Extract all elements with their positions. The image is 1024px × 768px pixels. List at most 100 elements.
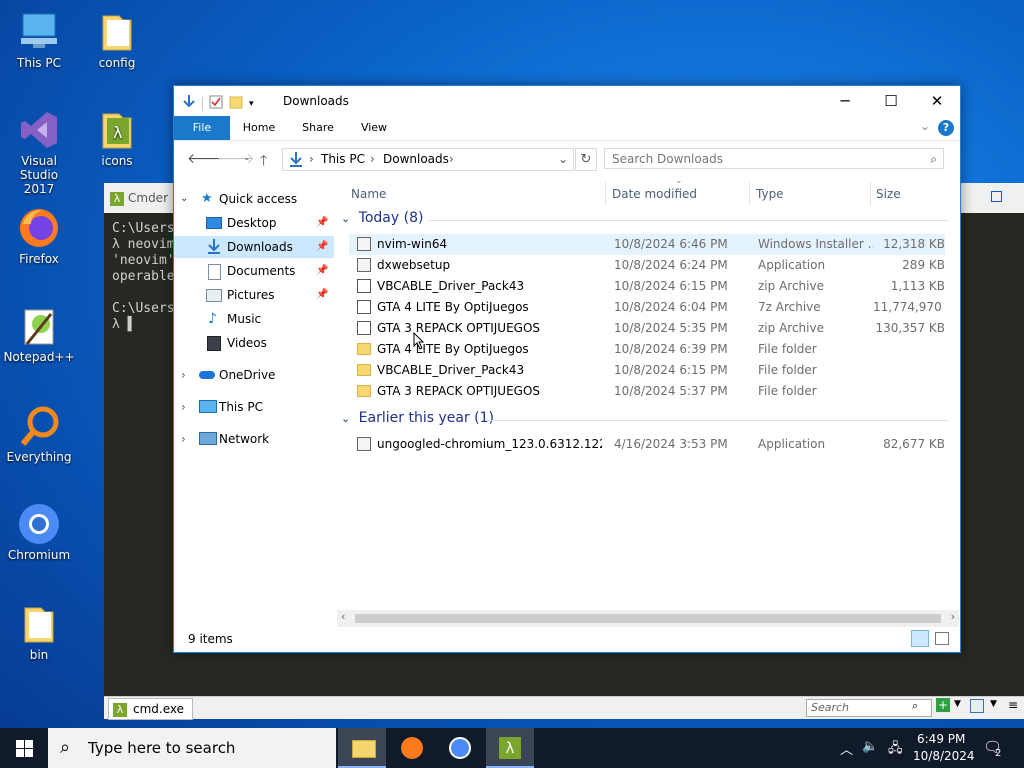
breadcrumb-downloads[interactable]: Downloads (383, 149, 449, 170)
desktop-icon-bin[interactable]: bin (3, 602, 75, 662)
recent-locations-icon[interactable]: ⌄ (243, 153, 251, 163)
table-row[interactable]: GTA 4 LITE By OptiJuegos 10/8/2024 6:39 … (349, 339, 945, 360)
nav-music[interactable]: ♪ Music (174, 308, 334, 330)
desktop-icon-chromium[interactable]: Chromium (3, 502, 75, 562)
nav-network[interactable]: › Network (174, 428, 334, 450)
address-bar[interactable]: › This PC › Downloads › ⌄ (282, 148, 574, 171)
taskbar-search-box[interactable]: ⌕ Type here to search (48, 728, 336, 768)
large-icons-view-icon[interactable] (935, 632, 949, 645)
cmder-search-icon[interactable]: ⌕ (912, 699, 918, 713)
chevron-right-icon[interactable]: › (181, 396, 186, 418)
breadcrumb-this-pc[interactable]: This PC (321, 149, 365, 170)
volume-icon[interactable]: 🔈 (862, 739, 878, 754)
nav-this-pc[interactable]: › This PC (174, 396, 334, 418)
pin-icon[interactable]: 📌 (316, 260, 328, 282)
address-dropdown-icon[interactable]: ⌄ (558, 149, 568, 170)
chevron-down-icon[interactable]: ▼ (954, 699, 961, 709)
breadcrumb-separator-icon[interactable]: › (449, 149, 454, 170)
table-row[interactable]: GTA 3 REPACK OPTIJUEGOS 10/8/2024 5:35 P… (349, 318, 945, 339)
tab-home[interactable]: Home (236, 116, 282, 140)
column-header-name[interactable]: Name (351, 182, 386, 206)
properties-icon[interactable] (209, 95, 223, 112)
clock-time[interactable]: 6:49 PM (917, 732, 965, 746)
horizontal-scrollbar[interactable]: ‹ › (337, 610, 959, 627)
column-header-size[interactable]: Size (876, 182, 901, 206)
maximize-icon[interactable] (991, 191, 1002, 202)
nav-onedrive[interactable]: › OneDrive (174, 364, 334, 386)
chevron-down-icon[interactable]: ⌄ (341, 412, 350, 425)
explorer-titlebar[interactable]: ▾ Downloads ─ ☐ ✕ (174, 86, 960, 116)
column-header-type[interactable]: Type (756, 182, 784, 206)
desktop-icon-everything[interactable]: Everything (3, 404, 75, 464)
nav-pictures[interactable]: Pictures 📌 (174, 284, 334, 306)
breadcrumb-separator-icon[interactable]: › (370, 149, 375, 170)
refresh-button[interactable]: ↻ (575, 148, 597, 171)
clock-date[interactable]: 10/8/2024 (913, 749, 975, 763)
help-icon[interactable]: ? (938, 120, 954, 136)
tab-file[interactable]: File (174, 116, 230, 140)
add-console-icon[interactable]: + (936, 698, 950, 712)
desktop-icon-visual-studio[interactable]: Visual Studio 2017 (3, 108, 75, 196)
search-input[interactable]: Search Downloads ⌕ (604, 148, 944, 169)
window-list-icon[interactable] (970, 699, 984, 713)
desktop-icon-notepad-plus-plus[interactable]: Notepad++ (3, 304, 75, 364)
chevron-right-icon[interactable]: › (181, 364, 186, 386)
scroll-left-icon[interactable]: ‹ (341, 610, 345, 623)
nav-documents[interactable]: Documents 📌 (174, 260, 334, 282)
tab-view[interactable]: View (352, 116, 396, 140)
up-arrow-icon[interactable]: 🡑 (260, 150, 267, 174)
cmder-tab-cmd[interactable]: λ cmd.exe (108, 698, 194, 720)
desktop-icon-this-pc[interactable]: This PC (3, 10, 75, 70)
column-header-date[interactable]: Date modified (612, 182, 697, 206)
windows-start-icon[interactable] (16, 740, 33, 760)
table-row[interactable]: dxwebsetup 10/8/2024 6:24 PM Application… (349, 255, 945, 276)
taskbar-cmder[interactable]: λ (486, 728, 534, 768)
search-icon[interactable]: ⌕ (930, 149, 937, 170)
menu-icon[interactable]: ≡ (1008, 698, 1018, 712)
file-explorer-window[interactable]: ▾ Downloads ─ ☐ ✕ File Home Share View ⌄… (173, 85, 961, 653)
table-row[interactable]: GTA 3 REPACK OPTIJUEGOS 10/8/2024 5:37 P… (349, 381, 945, 402)
desktop-icon-config[interactable]: config (81, 10, 153, 70)
breadcrumb-separator-icon[interactable]: › (309, 149, 314, 170)
table-row[interactable]: VBCABLE_Driver_Pack43 10/8/2024 6:15 PM … (349, 276, 945, 297)
taskbar-firefox[interactable] (388, 728, 436, 768)
column-separator[interactable] (749, 182, 750, 206)
column-separator[interactable] (870, 182, 871, 206)
nav-desktop[interactable]: Desktop 📌 (174, 212, 334, 234)
group-header-today[interactable]: ⌄ Today (8) (341, 210, 423, 226)
expand-ribbon-icon[interactable]: ⌄ (920, 119, 930, 133)
new-folder-icon[interactable] (229, 95, 243, 112)
taskbar-file-explorer[interactable] (338, 728, 386, 768)
table-row[interactable]: GTA 4 LITE By OptiJuegos 10/8/2024 6:04 … (349, 297, 945, 318)
table-row[interactable]: nvim-win64 10/8/2024 6:46 PM Windows Ins… (349, 234, 945, 255)
desktop-icon-icons[interactable]: λ icons (81, 108, 153, 168)
taskbar-chromium[interactable] (436, 728, 484, 768)
tab-share[interactable]: Share (294, 116, 342, 140)
nav-videos[interactable]: Videos (174, 332, 334, 354)
scrollbar-thumb[interactable] (355, 614, 941, 623)
scroll-right-icon[interactable]: › (951, 610, 955, 623)
minimize-button[interactable]: ─ (822, 86, 868, 116)
pin-icon[interactable]: 📌 (316, 212, 328, 234)
customize-quick-access-icon[interactable]: ▾ (249, 99, 254, 109)
group-header-earlier-this-year[interactable]: ⌄ Earlier this year (1) (341, 410, 494, 426)
show-hidden-icons-icon[interactable]: ︿ (840, 739, 853, 758)
pin-icon[interactable]: 📌 (316, 284, 328, 306)
nav-downloads[interactable]: Downloads 📌 (174, 236, 334, 258)
close-button[interactable]: ✕ (914, 86, 960, 116)
chevron-down-icon[interactable]: ⌄ (180, 188, 188, 210)
chevron-down-icon[interactable]: ⌄ (341, 212, 350, 225)
maximize-button[interactable]: ☐ (868, 86, 914, 116)
table-row[interactable]: VBCABLE_Driver_Pack43 10/8/2024 6:15 PM … (349, 360, 945, 381)
table-row[interactable]: ungoogled-chromium_123.0.6312.122-1.... … (349, 434, 945, 455)
desktop-icon-firefox[interactable]: Firefox (3, 206, 75, 266)
chevron-right-icon[interactable]: › (181, 428, 186, 450)
desktop-icon-label: Everything (6, 450, 72, 464)
network-icon[interactable]: 🖧 (888, 739, 903, 761)
column-separator[interactable] (605, 182, 606, 206)
chevron-down-icon[interactable]: ▼ (990, 699, 997, 709)
pin-icon[interactable]: 📌 (316, 236, 328, 258)
nav-quick-access[interactable]: ⌄ ★ Quick access (174, 188, 334, 210)
details-view-icon[interactable] (911, 630, 929, 647)
address-row: 🡐 🡒 ⌄ 🡑 › This PC › Downloads › ⌄ ↻ Sear… (174, 141, 960, 175)
